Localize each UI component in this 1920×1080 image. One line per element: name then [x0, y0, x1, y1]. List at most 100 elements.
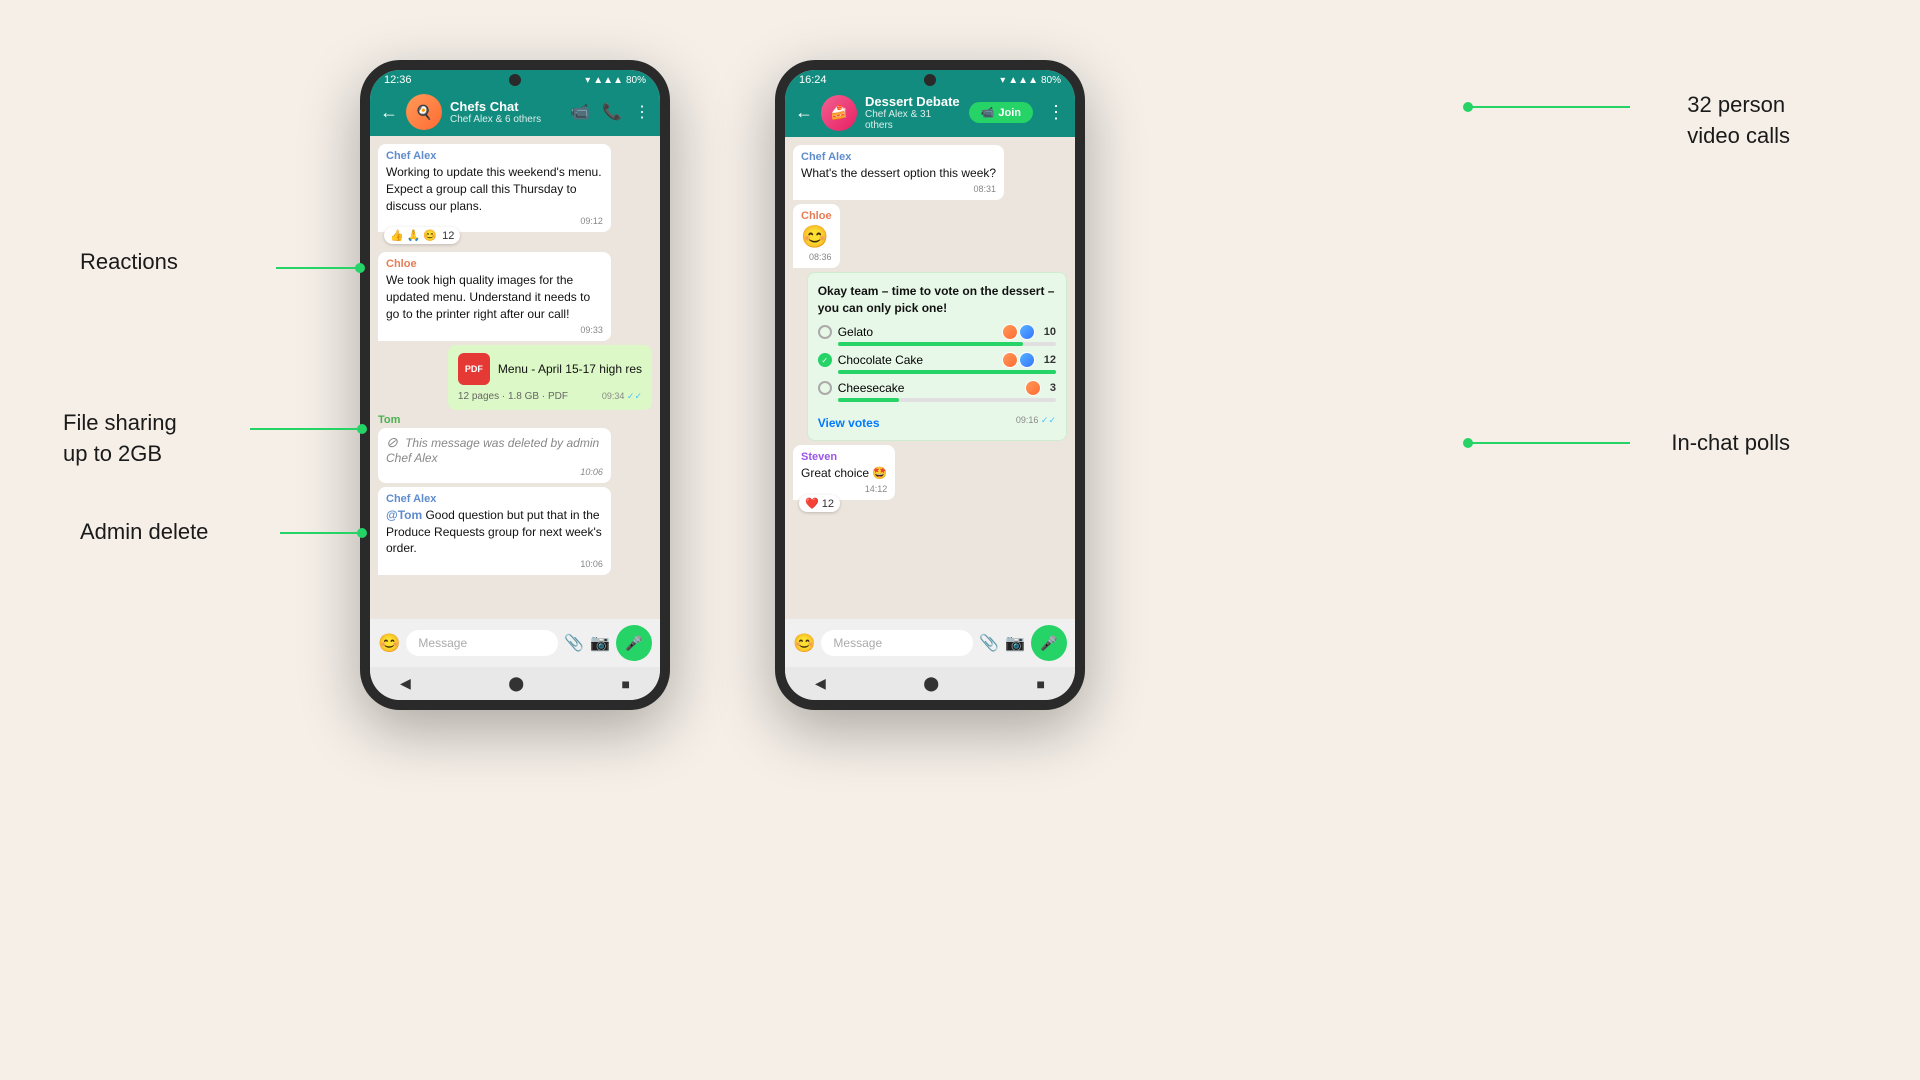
msg-chef-alex-1: Chef Alex Working to update this weekend… — [378, 144, 611, 232]
join-button[interactable]: 📹 Join — [969, 102, 1033, 123]
mic-button-2[interactable]: 🎤 — [1031, 625, 1067, 661]
join-label: Join — [998, 107, 1021, 119]
reaction-smile: 😊 — [423, 229, 437, 242]
input-placeholder-2: Message — [833, 636, 882, 650]
join-video-icon: 📹 — [981, 106, 995, 119]
file-time-1: 09:34 ✓✓ — [602, 391, 642, 402]
msg-dessert-time: 08:31 — [801, 184, 996, 194]
steven-time: 14:12 — [801, 484, 887, 494]
label-admin-delete: Admin delete — [80, 519, 208, 545]
sender-steven: Steven — [801, 451, 887, 463]
poll-bar-fill-chocake — [838, 370, 1056, 374]
message-input-1[interactable]: Message — [406, 630, 558, 656]
poll-bar-cheesecake — [838, 398, 1056, 402]
label-reactions: Reactions — [80, 249, 178, 275]
emoji-icon-1[interactable]: 😊 — [378, 633, 400, 654]
attach-icon-2[interactable]: 📎 — [979, 633, 999, 653]
file-meta-1: 12 pages · 1.8 GB · PDF — [458, 391, 568, 402]
poll-bar-fill-gelato — [838, 342, 1024, 346]
poll-radio-chocake[interactable]: ✓ — [818, 353, 832, 367]
poll-radio-cheesecake[interactable] — [818, 381, 832, 395]
camera-icon-1[interactable]: 📷 — [590, 633, 610, 653]
mic-button-1[interactable]: 🎤 — [616, 625, 652, 661]
status-time-1: 12:36 — [384, 74, 412, 86]
line-reactions — [276, 267, 359, 269]
poll-option-chocake[interactable]: ✓ Chocolate Cake 12 — [818, 352, 1056, 374]
phone-icon-1[interactable]: 📞 — [602, 102, 622, 122]
reaction-heart: ❤️ — [805, 497, 819, 510]
nav-recent-1[interactable]: ■ — [622, 676, 630, 692]
back-button-2[interactable]: ← — [795, 102, 813, 123]
msg-chloe-emoji: Chloe 😊 08:36 — [793, 204, 840, 268]
poll-avatars-cheesecake — [1025, 380, 1041, 396]
menu-icon-2[interactable]: ⋮ — [1047, 102, 1065, 123]
phone-1-notch — [509, 74, 521, 86]
dot-video-calls — [1463, 102, 1473, 112]
menu-icon-1[interactable]: ⋮ — [634, 102, 650, 122]
line-file-sharing — [250, 428, 360, 430]
message-input-2[interactable]: Message — [821, 630, 973, 656]
back-button-1[interactable]: ← — [380, 102, 398, 123]
attach-icon-1[interactable]: 📎 — [564, 633, 584, 653]
msg-text-1: Working to update this weekend's menu. E… — [386, 164, 603, 214]
poll-option-cheesecake[interactable]: Cheesecake 3 — [818, 380, 1056, 402]
deleted-time: 10:06 — [386, 467, 603, 477]
nav-back-2[interactable]: ◀ — [815, 675, 826, 692]
deleted-msg-wrapper: Tom ⊘ This message was deleted by admin … — [378, 414, 652, 483]
msg-chef-alex-dessert: Chef Alex What's the dessert option this… — [793, 145, 1004, 200]
header-icons-1: 📹 📞 ⋮ — [570, 102, 650, 122]
label-file-sharing: File sharingup to 2GB — [63, 408, 177, 470]
nav-home-2[interactable]: ⬤ — [923, 675, 939, 692]
file-name-1: Menu - April 15-17 high res — [498, 362, 642, 376]
phone-1: 12:36 ▾ ▲▲▲ 80% ← 🍳 Chefs Chat Chef Alex… — [360, 60, 670, 710]
dot-reactions — [355, 263, 365, 273]
phone-2: 16:24 ▾ ▲▲▲ 80% ← 🍰 Dessert Debate Chef … — [775, 60, 1085, 710]
video-icon-1[interactable]: 📹 — [570, 102, 590, 122]
phone-2-notch — [924, 74, 936, 86]
chloe-emoji: 😊 — [801, 224, 832, 250]
poll-bar-gelato — [838, 342, 1056, 346]
poll-radio-gelato[interactable] — [818, 325, 832, 339]
signal-icon-2: ▲▲▲ — [1008, 75, 1038, 86]
emoji-icon-2[interactable]: 😊 — [793, 633, 815, 654]
poll-bar-fill-cheesecake — [838, 398, 899, 402]
poll-option-name-cheesecake: Cheesecake — [838, 381, 1019, 395]
dot-polls — [1463, 438, 1473, 448]
nav-home-1[interactable]: ⬤ — [508, 675, 524, 692]
nav-recent-2[interactable]: ■ — [1037, 676, 1045, 692]
header-info-1: Chefs Chat Chef Alex & 6 others — [450, 99, 562, 125]
chloe-emoji-time: 08:36 — [801, 252, 832, 262]
poll-count-chocake: 12 — [1044, 354, 1056, 366]
msg-dessert-text: What's the dessert option this week? — [801, 165, 996, 182]
check-icon: ✓✓ — [627, 391, 642, 401]
header-sub-1: Chef Alex & 6 others — [450, 114, 562, 125]
deleted-sender: Tom — [378, 414, 652, 426]
deleted-text: This message was deleted by admin Chef A… — [386, 436, 599, 465]
poll-title: Okay team – time to vote on the dessert … — [818, 283, 1056, 317]
dot-file-sharing — [357, 424, 367, 434]
sender-chef-alex: Chef Alex — [386, 150, 603, 162]
battery-2: 80% — [1041, 75, 1061, 86]
header-info-2: Dessert Debate Chef Alex & 31 others — [865, 94, 961, 131]
msg-time-5: 10:06 — [386, 559, 603, 569]
nav-back-1[interactable]: ◀ — [400, 675, 411, 692]
msg-chef-alex-reply: Chef Alex @Tom Good question but put tha… — [378, 487, 611, 575]
header-sub-2: Chef Alex & 31 others — [865, 109, 961, 131]
msg-text-2: We took high quality images for the upda… — [386, 272, 603, 322]
input-bar-2: 😊 Message 📎 📷 🎤 — [785, 619, 1075, 667]
reaction-pray: 🙏 — [407, 229, 421, 242]
status-time-2: 16:24 — [799, 74, 827, 86]
sender-chef-alex-d: Chef Alex — [801, 151, 996, 163]
input-placeholder-1: Message — [418, 636, 467, 650]
header-name-2: Dessert Debate — [865, 94, 961, 109]
steven-text: Great choice 🤩 — [801, 465, 887, 482]
chat-body-2: Chef Alex What's the dessert option this… — [785, 137, 1075, 619]
deleted-icon: ⊘ — [386, 434, 398, 451]
nav-bar-1: ◀ ⬤ ■ — [370, 667, 660, 700]
poll-msg-1: Okay team – time to vote on the dessert … — [807, 272, 1067, 442]
camera-icon-2[interactable]: 📷 — [1005, 633, 1025, 653]
reaction-bar-1: 👍 🙏 😊 12 — [384, 227, 460, 244]
view-votes-btn[interactable]: View votes — [818, 416, 880, 430]
poll-option-gelato[interactable]: Gelato 10 — [818, 324, 1056, 346]
dot-admin-delete — [357, 528, 367, 538]
